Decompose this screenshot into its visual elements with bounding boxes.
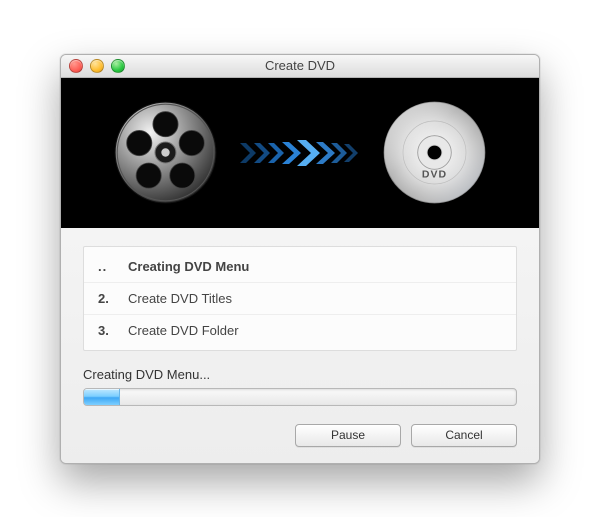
step-item: 3. Create DVD Folder [84, 314, 516, 346]
window-title: Create DVD [61, 58, 539, 73]
zoom-icon[interactable] [111, 59, 125, 73]
dialog-window: Create DVD [60, 54, 540, 464]
close-icon[interactable] [69, 59, 83, 73]
arrow-sequence-icon [240, 138, 360, 168]
hero-banner: DVD [61, 78, 539, 228]
step-number: 3. [98, 323, 114, 338]
disc-label: DVD [422, 169, 447, 181]
status-text: Creating DVD Menu... [83, 367, 517, 382]
traffic-lights [69, 59, 125, 73]
step-label: Create DVD Titles [128, 291, 232, 306]
dvd-disc-icon: DVD [382, 100, 487, 205]
button-row: Pause Cancel [83, 424, 517, 447]
step-label: Create DVD Folder [128, 323, 239, 338]
minimize-icon[interactable] [90, 59, 104, 73]
progress-fill [84, 389, 120, 405]
steps-list: .. Creating DVD Menu 2. Create DVD Title… [83, 246, 517, 351]
step-item: .. Creating DVD Menu [84, 251, 516, 282]
step-number: .. [98, 259, 114, 274]
progress-bar [83, 388, 517, 406]
content-area: .. Creating DVD Menu 2. Create DVD Title… [61, 228, 539, 463]
cancel-button[interactable]: Cancel [411, 424, 517, 447]
step-item: 2. Create DVD Titles [84, 282, 516, 314]
pause-button[interactable]: Pause [295, 424, 401, 447]
titlebar: Create DVD [61, 55, 539, 78]
step-label: Creating DVD Menu [128, 259, 249, 274]
step-number: 2. [98, 291, 114, 306]
film-reel-icon [113, 100, 218, 205]
